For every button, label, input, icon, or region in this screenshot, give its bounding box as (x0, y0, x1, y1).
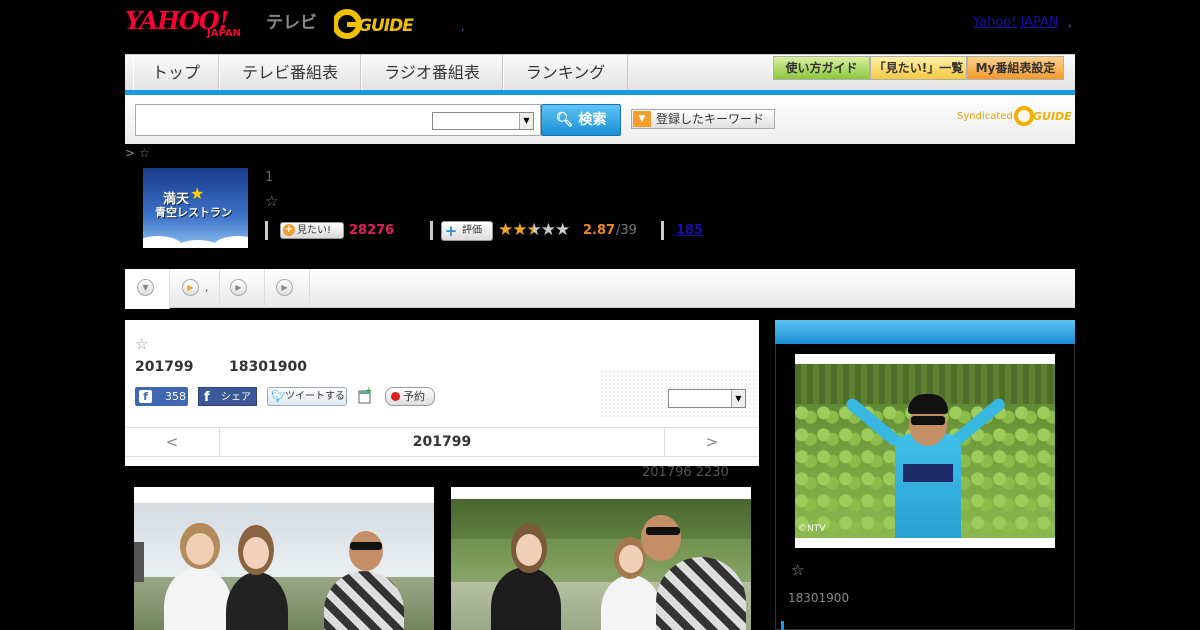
syndicated-label: Syndicated (957, 111, 1013, 122)
want-to-watch-count: 28276 (349, 223, 395, 238)
tv-logo-label[interactable]: テレビ (266, 8, 317, 33)
sidebar-photo[interactable]: ©NTV (795, 354, 1055, 548)
tweet-label: ツイートする (285, 391, 345, 402)
tab-overview[interactable]: ▼ (125, 269, 170, 309)
nav-item-radio-schedule[interactable]: ラジオ番組表 (361, 55, 503, 91)
review-count-link[interactable]: 185 (676, 223, 703, 238)
program-tabs: ▼ ▶ , ▶ ▶ (125, 269, 1075, 309)
chevron-down-icon: ▼ (633, 111, 651, 127)
svg-text:+: + (365, 387, 373, 396)
tab-label: , (205, 281, 209, 294)
episode-photo[interactable] (134, 487, 434, 630)
sidebar-star: ☆ (791, 561, 805, 579)
syndicated-gguide-logo: Syndicated GUIDE (957, 104, 1072, 128)
header-comma: , (1068, 15, 1072, 29)
divider (430, 221, 433, 240)
field-image: ©NTV (795, 364, 1055, 538)
search-button[interactable]: 🔍︎ 検索 (541, 104, 621, 136)
gguide-logo-text: GUIDE (358, 16, 414, 36)
star-icon: ★★ (498, 220, 528, 240)
tweet-button[interactable]: 🐦︎ ツイートする (267, 387, 347, 406)
pager-next-button[interactable]: > (664, 428, 759, 456)
facebook-share-label: シェア (221, 392, 251, 403)
facebook-like-button[interactable]: f 358 (135, 387, 188, 406)
want-to-watch-button[interactable]: + 見たい! (280, 222, 344, 239)
want-to-watch-label: 見たい! (297, 225, 332, 236)
pager-current-date: 201799 (412, 434, 472, 450)
update-timestamp: 201796 2230 (642, 465, 729, 480)
star-rating: ★★★★★ (498, 220, 571, 240)
syndicated-logo-text: GUIDE (1033, 110, 1072, 123)
broadcast-date: 201799 (135, 359, 194, 375)
registered-keywords-button[interactable]: ▼ 登録したキーワード (631, 109, 775, 129)
half-star-icon: ★ (526, 220, 541, 240)
my-schedule-settings-button[interactable]: My番組表設定 (967, 56, 1064, 80)
episode-photo[interactable] (451, 487, 751, 630)
watchlist-button[interactable]: 「見たい!」一覧 (870, 56, 967, 80)
sidebar-accent (781, 621, 784, 630)
tab-reviews[interactable]: ▶ (265, 269, 310, 308)
episode-pager: < 201799 > (125, 427, 759, 457)
nav-item-tv-schedule[interactable]: テレビ番組表 (219, 55, 361, 91)
chevron-down-icon: ▼ (519, 113, 533, 129)
search-icon: 🔍︎ (555, 112, 574, 128)
reserve-label: 予約 (403, 390, 425, 403)
tab-episodes[interactable]: ▶ (220, 269, 265, 308)
thumbnail-title-line2: 青空レストラン (155, 206, 232, 219)
photo-credit: ©NTV (798, 524, 826, 534)
breadcrumb[interactable]: > ☆ (125, 146, 150, 160)
play-icon: ▶ (276, 279, 293, 296)
play-icon: ▶ (182, 279, 199, 296)
chevron-down-icon: ▼ (137, 279, 154, 296)
gguide-small-icon (1014, 106, 1034, 126)
program-thumbnail[interactable]: 満天 ★ 青空レストラン (143, 168, 248, 248)
search-button-label: 検索 (578, 112, 607, 128)
search-category-select[interactable]: ▼ (432, 112, 534, 130)
facebook-like-count: 358 (165, 390, 186, 403)
rating-value: 2.87 (583, 223, 616, 238)
plus-icon: + (283, 224, 295, 236)
registered-keywords-label: 登録したキーワード (656, 112, 765, 126)
record-icon (391, 392, 400, 401)
episode-select[interactable]: ▼ (668, 389, 746, 408)
play-icon: ▶ (230, 279, 247, 296)
star-icon: ★ (190, 184, 205, 203)
nav-item-ranking[interactable]: ランキング (503, 55, 628, 91)
yahoo-japan-logo[interactable]: YAHOO! JAPAN (125, 6, 265, 42)
facebook-icon: f (139, 390, 152, 403)
rate-label: 評価 (462, 225, 482, 236)
guide-button[interactable]: 使い方ガイド (773, 56, 870, 80)
reserve-recording-button[interactable]: 予約 (385, 387, 435, 406)
yahoo-japan-link[interactable]: Yahoo! JAPAN (973, 15, 1059, 30)
japan-logo-text: JAPAN (207, 28, 241, 39)
sidebar-header (775, 320, 1075, 344)
rate-button[interactable]: + 評価 (441, 221, 493, 241)
tab-broadcast[interactable]: ▶ , (170, 269, 220, 308)
sidebar-time: 18301900 (788, 591, 850, 605)
program-number: 1 (265, 170, 274, 185)
rating-count: /39 (616, 223, 637, 238)
facebook-share-button[interactable]: f シェア (198, 387, 257, 406)
plus-icon: + (444, 222, 458, 240)
nav-item-top[interactable]: トップ (133, 55, 219, 91)
header-separator: , (461, 22, 465, 33)
pager-prev-button[interactable]: < (125, 428, 220, 456)
twitter-bird-icon: 🐦︎ (271, 389, 287, 403)
divider (661, 221, 664, 240)
gguide-logo[interactable]: GUIDE (332, 8, 430, 40)
facebook-icon: f (204, 390, 210, 405)
program-title-star: ☆ (265, 192, 279, 210)
broadcast-time: 18301900 (229, 359, 307, 375)
add-to-calendar-icon[interactable]: + (357, 386, 373, 405)
episode-title-star: ☆ (135, 335, 149, 353)
chevron-down-icon: ▼ (731, 390, 745, 407)
star-icon: ★★ (540, 220, 571, 240)
divider (265, 221, 268, 240)
